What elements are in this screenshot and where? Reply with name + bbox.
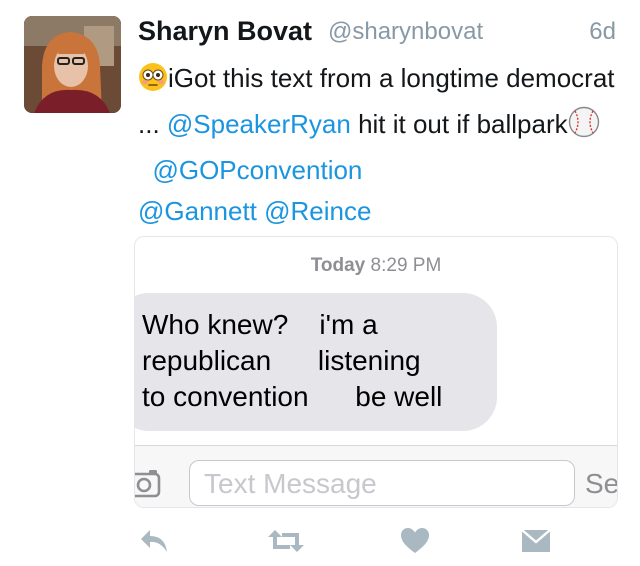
author-avatar[interactable] — [24, 16, 121, 113]
camera-icon[interactable] — [135, 468, 163, 503]
direct-message-icon[interactable] — [520, 526, 552, 559]
flushed-face-emoji-icon — [138, 62, 168, 104]
tweet-actions — [138, 526, 578, 562]
attached-screenshot[interactable]: Today 8:29 PM Who knew? i'm a republican… — [134, 236, 618, 508]
tweet-header: Sharyn Bovat @sharynbovat 6d — [138, 16, 616, 48]
send-button[interactable]: Se — [585, 468, 617, 500]
message-timestamp: Today 8:29 PM — [135, 255, 617, 277]
reply-icon[interactable] — [138, 526, 170, 561]
message-line: to convention be well — [142, 381, 443, 412]
message-time: 8:29 PM — [370, 255, 442, 276]
like-icon[interactable] — [400, 526, 430, 561]
message-composer: Se — [135, 445, 617, 507]
mention-link-gannett[interactable]: @Gannett — [138, 196, 257, 226]
baseball-emoji-icon — [568, 106, 600, 150]
author-handle[interactable]: @sharynbovat — [328, 18, 483, 46]
tweet-text: iGot this text from a longtime democrat … — [138, 58, 618, 232]
mention-link-gopconvention[interactable]: @GOPconvention — [152, 155, 362, 185]
author-name[interactable]: Sharyn Bovat — [138, 16, 312, 47]
message-line: republican listening — [142, 345, 421, 376]
retweet-icon[interactable] — [266, 526, 306, 561]
mention-link-speakerryan[interactable]: @SpeakerRyan — [167, 109, 351, 139]
text-message-field[interactable] — [189, 460, 575, 506]
mention-link-reince[interactable]: @Reince — [264, 196, 371, 226]
message-day: Today — [310, 255, 366, 276]
tweet-timestamp[interactable]: 6d — [589, 18, 616, 46]
tweet-text-part2: hit it out if ballpark — [350, 109, 568, 139]
text-message-input[interactable] — [190, 461, 574, 505]
message-line: Who knew? i'm a — [142, 309, 378, 340]
